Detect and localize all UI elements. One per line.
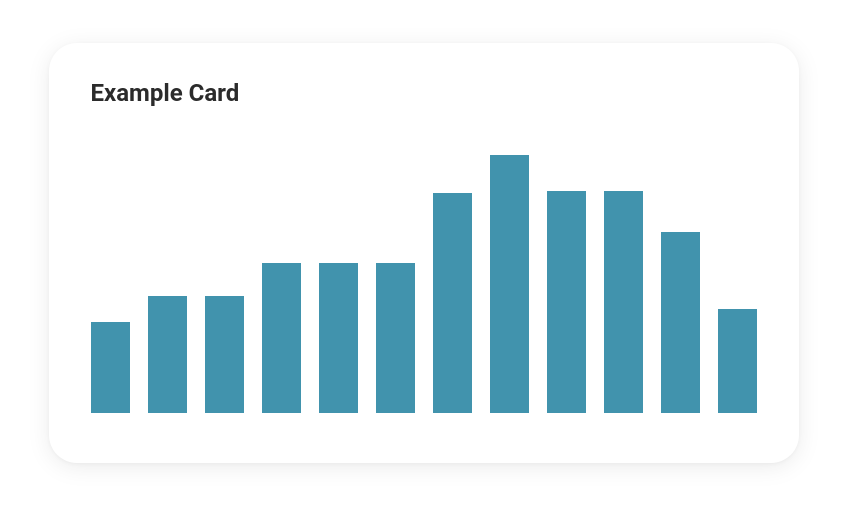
bar-11: [661, 232, 700, 413]
card-title: Example Card: [91, 79, 757, 107]
example-card: Example Card: [49, 43, 799, 463]
bar-6: [376, 263, 415, 413]
bar-4: [262, 263, 301, 413]
bar-3: [205, 296, 244, 412]
bar-5: [319, 263, 358, 413]
bar-chart: [91, 115, 757, 413]
bar-10: [604, 191, 643, 413]
bar-9: [547, 191, 586, 413]
bar-1: [91, 322, 130, 412]
bar-2: [148, 296, 187, 412]
bar-8: [490, 155, 529, 413]
bar-12: [718, 309, 757, 412]
bar-7: [433, 193, 472, 412]
